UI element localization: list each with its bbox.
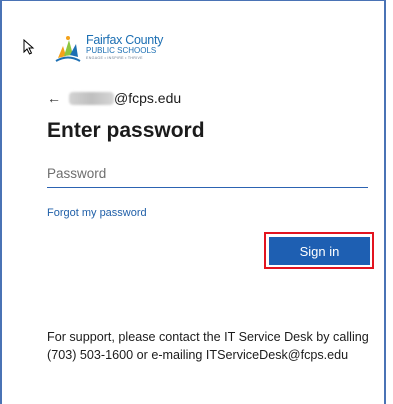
logo-name: Fairfax County: [86, 33, 164, 47]
mouse-cursor-icon: [23, 39, 35, 55]
back-arrow-icon[interactable]: ←: [47, 91, 61, 105]
logo-tagline: ENGAGE • INSPIRE • THRIVE: [86, 56, 143, 60]
account-identity: ← @fcps.edu: [47, 88, 181, 108]
logo-subtitle: PUBLIC SCHOOLS: [86, 46, 157, 55]
page-title: Enter password: [47, 119, 205, 142]
password-input[interactable]: [47, 166, 368, 181]
password-field[interactable]: [47, 165, 368, 188]
sign-in-button[interactable]: Sign in: [269, 237, 370, 265]
fcps-logo: Fairfax County PUBLIC SCHOOLS ENGAGE • I…: [54, 32, 174, 66]
email-domain: @fcps.edu: [114, 90, 182, 106]
forgot-password-link[interactable]: Forgot my password: [47, 207, 147, 219]
redacted-username: [69, 91, 114, 105]
support-text: For support, please contact the IT Servi…: [47, 330, 369, 362]
fcps-logo-mark-icon: [55, 36, 81, 62]
